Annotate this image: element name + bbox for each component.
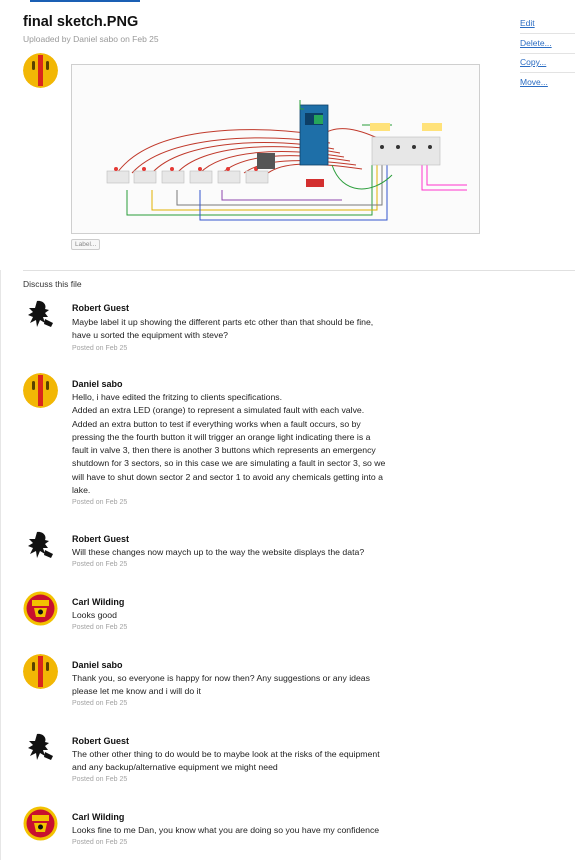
delete-link[interactable]: Delete...: [520, 38, 552, 58]
comment-author[interactable]: Robert Guest: [72, 736, 129, 746]
comment-date: Posted on Feb 25: [72, 839, 128, 846]
comment-line: please let me know and i will do it: [72, 686, 201, 697]
comment-line: fault in valve 3, then there is another …: [72, 445, 376, 456]
copy-link[interactable]: Copy...: [520, 57, 552, 77]
comment-line: Looks good: [72, 610, 117, 620]
club-crest-icon: [23, 591, 58, 626]
comment-body: Looks fine to me Dan, you know what you …: [72, 824, 437, 837]
comment-avatar: [23, 730, 58, 765]
label-button[interactable]: Label...: [71, 239, 101, 250]
comment-avatar: [23, 591, 58, 626]
comment-date: Posted on Feb 25: [72, 624, 128, 631]
file-title: final sketch.PNG: [23, 14, 139, 30]
comment-line: shutdown for 3 sectors, so in this case …: [72, 458, 386, 469]
comment-line: have u sorted the equipment with steve?: [72, 330, 228, 341]
comment-line: Hello, i have edited the fritzing to cli…: [72, 392, 283, 402]
divider: [520, 72, 575, 73]
comment-line: will have to shut down sector 2 and sect…: [72, 471, 383, 482]
comment-author[interactable]: Carl Wilding: [72, 597, 124, 607]
comment-line: and any backup/alternative equipment we …: [72, 762, 278, 773]
header-link-underline: [30, 0, 140, 2]
upload-info: Uploaded by Daniel sabo on Feb 25: [23, 34, 159, 44]
comment-avatar: [23, 806, 58, 841]
comment-line: pressing the the fourth button it will t…: [72, 431, 371, 442]
circuit-diagram: [72, 65, 479, 233]
comment-date: Posted on Feb 25: [72, 776, 128, 783]
comment-avatar: [23, 654, 58, 689]
comment-line: lake.: [72, 485, 91, 496]
comment-date: Posted on Feb 25: [72, 499, 128, 506]
comment-body: Will these changes now maych up to the w…: [72, 546, 437, 559]
lion-icon: [23, 730, 58, 765]
comment-date: Posted on Feb 25: [72, 561, 128, 568]
comment-author[interactable]: Robert Guest: [72, 534, 129, 544]
comment-line: Maybe label it up showing the different …: [72, 317, 374, 327]
comment-author[interactable]: Robert Guest: [72, 303, 129, 313]
comment-line: The other other thing to do would be to …: [72, 749, 380, 759]
comment-body: The other other thing to do would be to …: [72, 748, 437, 775]
comment-body: Looks good: [72, 609, 437, 622]
comment-body: Hello, i have edited the fritzing to cli…: [72, 391, 437, 497]
yellow-helmet-icon: [23, 53, 58, 88]
comment-line: Added an extra button to test if everyth…: [72, 418, 361, 429]
comment-body: Maybe label it up showing the different …: [72, 316, 437, 343]
comment-line: Looks fine to me Dan, you know what you …: [72, 825, 380, 835]
comment-avatar: [23, 297, 58, 332]
yellow-helmet-icon: [23, 654, 58, 689]
left-border: [0, 270, 1, 860]
divider: [520, 33, 575, 34]
edit-link[interactable]: Edit: [520, 18, 552, 38]
comment-avatar: [23, 528, 58, 563]
file-actions: Edit Delete... Copy... Move...: [520, 18, 575, 97]
comment-body: Thank you, so everyone is happy for now …: [72, 672, 437, 699]
club-crest-icon: [23, 806, 58, 841]
discussion-heading: Discuss this file: [23, 279, 82, 289]
comment-date: Posted on Feb 25: [72, 345, 128, 352]
yellow-helmet-icon: [23, 373, 58, 408]
comment-line: Will these changes now maych up to the w…: [72, 547, 365, 557]
comment-avatar: [23, 373, 58, 408]
file-preview-image[interactable]: [71, 64, 480, 234]
divider: [520, 52, 575, 54]
section-divider: [23, 270, 575, 271]
comment-author[interactable]: Carl Wilding: [72, 812, 124, 822]
comment-date: Posted on Feb 25: [72, 700, 128, 707]
lion-icon: [23, 528, 58, 563]
comment-line: Added an extra LED (orange) to represent…: [72, 405, 365, 416]
comment-author[interactable]: Daniel sabo: [72, 379, 123, 389]
comment-author[interactable]: Daniel sabo: [72, 660, 123, 670]
uploader-avatar: [23, 53, 58, 88]
move-link[interactable]: Move...: [520, 77, 552, 97]
comment-line: Thank you, so everyone is happy for now …: [72, 673, 370, 683]
lion-icon: [23, 297, 58, 332]
